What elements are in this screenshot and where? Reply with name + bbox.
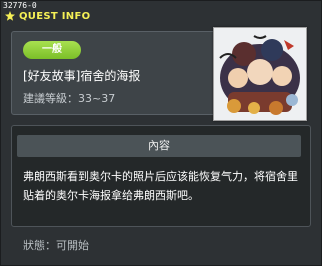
quest-description: 弗朗西斯看到奥尔卡的照片后应该能恢复气力，将宿舍里贴着的奥尔卡海报拿给弗朗西斯吧… [23,170,298,202]
quest-id: 32776-0 [3,1,37,10]
category-badge: 一般 [23,41,81,59]
content-heading: 內容 [17,135,301,157]
star-icon [5,11,15,21]
recommended-level: 建議等級：33~37 [23,92,116,105]
window-title: QUEST INFO [19,11,91,22]
portrait-illustration [214,28,306,120]
quest-name: [好友故事]宿舍的海报 [23,69,141,83]
header: 32776-0 QUEST INFO [1,1,321,27]
quest-npc-portrait [213,27,307,121]
quest-status: 狀態：可開始 [23,239,89,252]
quest-info-panel: 32776-0 QUEST INFO 一般 [好友故事]宿舍的海报 建議等級：3… [0,0,322,266]
